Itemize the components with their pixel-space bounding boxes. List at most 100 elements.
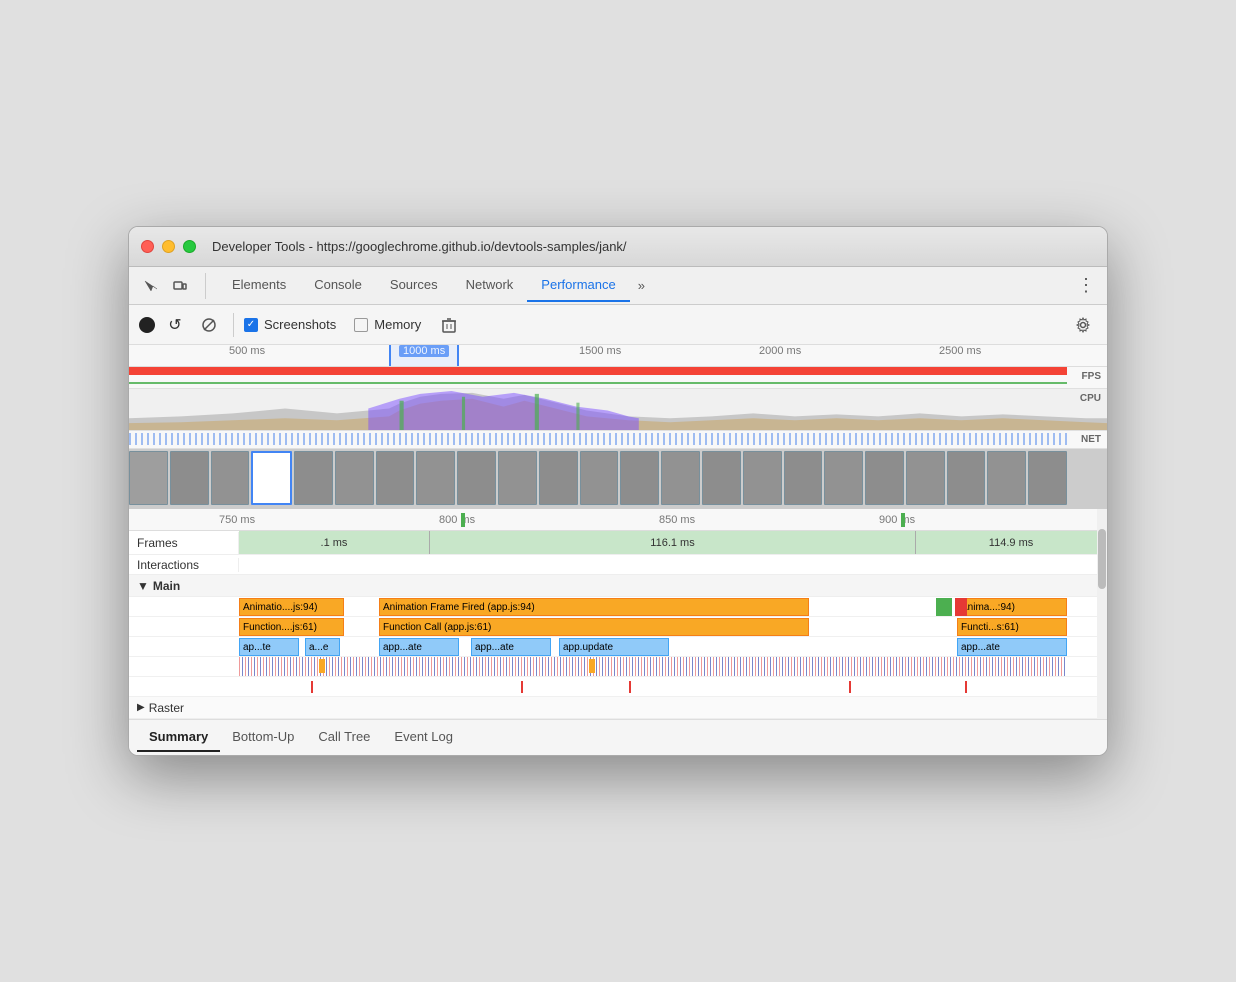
red-marker-4 [849,681,851,693]
screenshot-9[interactable] [457,451,496,505]
screenshot-14[interactable] [661,451,700,505]
tab-bottom-up[interactable]: Bottom-Up [220,723,306,752]
screenshot-6[interactable] [335,451,374,505]
screenshot-20[interactable] [906,451,945,505]
screenshot-3[interactable] [211,451,250,505]
tab-call-tree[interactable]: Call Tree [306,723,382,752]
flame-anim-3[interactable]: Anima...:94) [957,598,1067,616]
cpu-waveform-svg [129,389,1107,430]
screenshot-17[interactable] [784,451,823,505]
settings-button[interactable] [1069,311,1097,339]
memory-checkbox[interactable] [354,318,368,332]
time-marker-1500: 1500 ms [579,345,621,357]
screenshot-18[interactable] [824,451,863,505]
flame-func-3[interactable]: Functi...s:61) [957,618,1067,636]
tab-more[interactable]: » [630,270,653,301]
screenshot-16[interactable] [743,451,782,505]
screenshot-5[interactable] [294,451,333,505]
frame-block-2[interactable]: 116.1 ms [430,531,916,554]
raster-block-2 [901,513,905,527]
screenshot-19[interactable] [865,451,904,505]
flame-app-5[interactable]: app.update [559,638,669,656]
detail-marker-850: 850 ms [659,514,695,526]
screenshot-11[interactable] [539,451,578,505]
fps-green-line [129,382,1067,384]
minimize-button[interactable] [162,240,175,253]
flame-func-1[interactable]: Function....js:61) [239,618,344,636]
trash-button[interactable] [435,311,463,339]
selection-region[interactable] [389,345,459,366]
flame-green-anim [936,598,952,616]
screenshots-label: Screenshots [264,317,336,332]
raster-block-1 [461,513,465,527]
flame-app-3[interactable]: app...ate [379,638,459,656]
tab-network[interactable]: Network [452,269,528,302]
screenshot-23[interactable] [1028,451,1067,505]
fps-red-bar [129,367,1067,375]
tab-event-log[interactable]: Event Log [382,723,465,752]
main-tabbar: Elements Console Sources Network Perform… [129,267,1107,305]
cpu-track: CPU [129,389,1107,431]
screenshot-13[interactable] [620,451,659,505]
flame-row-2: Function....js:61) Function Call (app.js… [129,617,1107,637]
raster-expand[interactable]: ▶ [137,702,145,713]
screenshot-10[interactable] [498,451,537,505]
flame-anim-1[interactable]: Animatio....js:94) [239,598,344,616]
window-title: Developer Tools - https://googlechrome.g… [212,239,627,254]
tab-summary[interactable]: Summary [137,723,220,752]
screenshot-22[interactable] [987,451,1026,505]
flame-pattern-row [129,657,1107,677]
time-ruler-overview: 500 ms 1000 ms 1500 ms 2000 ms 2500 ms [129,345,1107,367]
screenshot-7[interactable] [376,451,415,505]
screenshot-21[interactable] [947,451,986,505]
flame-app-2[interactable]: a...e [305,638,340,656]
detail-marker-800: 800 ms [439,514,475,526]
red-marker-2 [521,681,523,693]
maximize-button[interactable] [183,240,196,253]
flame-func-2[interactable]: Function Call (app.js:61) [379,618,809,636]
tab-performance[interactable]: Performance [527,269,629,302]
bottom-tabs-bar: Summary Bottom-Up Call Tree Event Log [129,719,1107,755]
timeline-overview-section: 500 ms 1000 ms 1500 ms 2000 ms 2500 ms F… [129,345,1107,509]
frames-row: Frames .1 ms 116.1 ms 114.9 ms [129,531,1107,555]
time-ruler-detail: 750 ms 800 ms 850 ms 900 ms [129,509,1107,531]
scrollbar-thumb[interactable] [1098,529,1106,589]
clear-button[interactable] [195,311,223,339]
detail-marker-900: 900 ms [879,514,915,526]
memory-toggle[interactable]: Memory [354,317,421,332]
settings-area [1069,311,1097,339]
flame-row-1: Animatio....js:94) Animation Frame Fired… [129,597,1107,617]
raster-label: Raster [149,701,184,715]
screenshot-4[interactable] [251,451,292,505]
screenshot-8[interactable] [416,451,455,505]
interactions-row: Interactions [129,555,1107,575]
screenshots-checkbox[interactable]: ✓ [244,318,258,332]
menu-icon[interactable]: ⋮ [1073,273,1099,299]
tab-sources[interactable]: Sources [376,269,452,302]
flame-app-1[interactable]: ap...te [239,638,299,656]
screenshot-1[interactable] [129,451,168,505]
tab-elements[interactable]: Elements [218,269,300,302]
screenshot-15[interactable] [702,451,741,505]
cursor-tool[interactable] [137,273,163,299]
flame-app-6[interactable]: app...ate [957,638,1067,656]
detail-marker-750: 750 ms [219,514,255,526]
tab-console[interactable]: Console [300,269,376,302]
time-marker-2000: 2000 ms [759,345,801,357]
flame-anim-2[interactable]: Animation Frame Fired (app.js:94) [379,598,809,616]
red-marker-5 [965,681,967,693]
close-button[interactable] [141,240,154,253]
screenshot-12[interactable] [580,451,619,505]
main-triangle[interactable]: ▼ [137,579,149,593]
device-toolbar[interactable] [167,273,193,299]
frame-block-3[interactable]: 114.9 ms [916,531,1107,554]
vertical-scrollbar[interactable] [1097,509,1107,719]
screenshots-toggle[interactable]: ✓ Screenshots [244,317,336,332]
flame-app-4[interactable]: app...ate [471,638,551,656]
record-button[interactable] [139,317,155,333]
screenshot-2[interactable] [170,451,209,505]
flame-red-anim [955,598,967,616]
frame-block-1[interactable]: .1 ms [239,531,430,554]
reload-record-button[interactable]: ↺ [161,311,189,339]
titlebar: Developer Tools - https://googlechrome.g… [129,227,1107,267]
